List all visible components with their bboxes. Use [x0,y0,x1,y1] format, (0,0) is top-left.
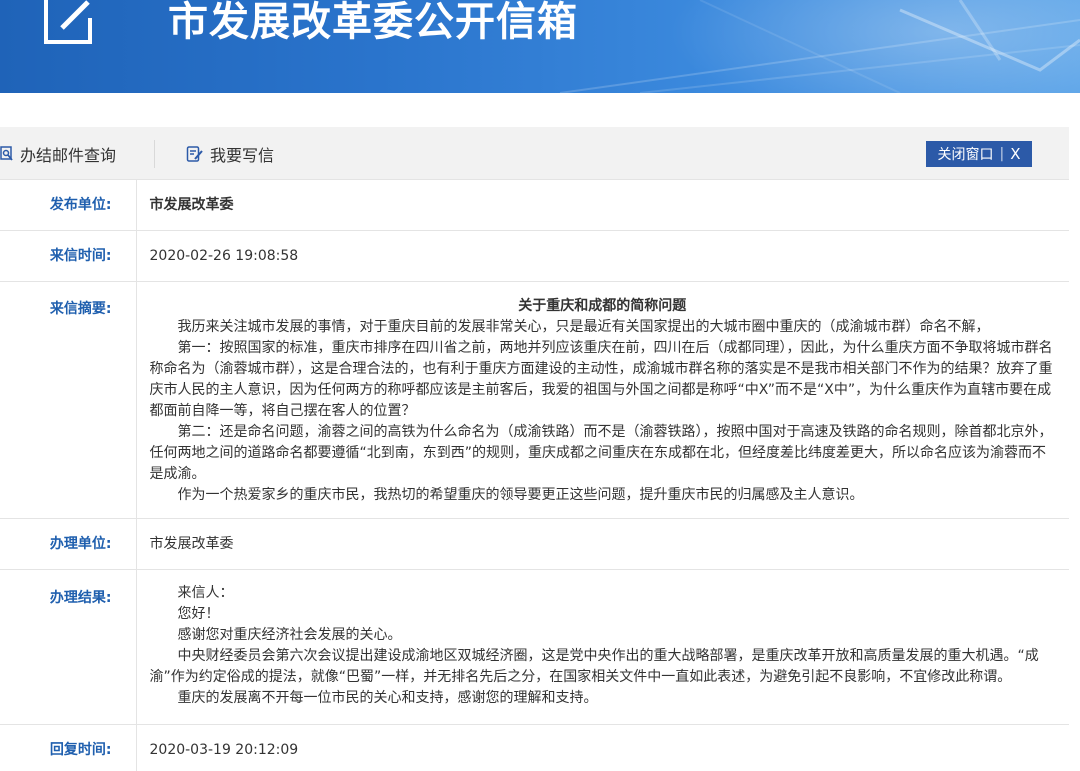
letter-time-row: 来信时间: 2020-02-26 19:08:58 [0,230,1069,282]
result-paragraph: 感谢您对重庆经济社会发展的关心。 [177,627,402,643]
handler-label: 办理单位: [0,518,137,570]
reply-time-value: 2020-03-19 20:12:09 [136,724,1069,771]
summary-paragraph: 第一：按照国家的标准，重庆市排序在四川省之前，两地并列应该重庆在前，四川在后（成… [149,340,1053,419]
result-row: 办理结果: 来信人： 您好！ 感谢您对重庆经济社会发展的关心。 中央财经委员会第… [0,569,1069,725]
summary-label: 来信摘要: [0,281,137,519]
letter-time-label: 来信时间: [0,230,137,282]
query-mail-button[interactable]: 办结邮件查询 [0,127,116,180]
search-icon [0,145,13,161]
letter-time-value: 2020-02-26 19:08:58 [136,230,1069,282]
page-title: 市发展改革委公开信箱 [168,0,578,45]
summary-paragraph: 我历来关注城市发展的事情，对于重庆目前的发展非常关心，只是最近有关国家提出的大城… [177,319,990,335]
summary-row: 来信摘要: 关于重庆和成都的简称问题 我历来关注城市发展的事情，对于重庆目前的发… [0,281,1069,519]
result-paragraph: 来信人： [177,585,234,601]
query-mail-label: 办结邮件查询 [20,145,117,165]
summary-title: 关于重庆和成都的简称问题 [518,298,687,314]
close-window-button[interactable]: 关闭窗口 | X [926,141,1032,167]
result-label: 办理结果: [0,569,137,725]
summary-paragraph: 第二：还是命名问题，渝蓉之间的高铁为什么命名为（成渝铁路）而不是（渝蓉铁路），按… [149,424,1053,482]
result-paragraph: 您好！ [177,606,220,622]
close-separator: | [999,146,1005,162]
result-content: 来信人： 您好！ 感谢您对重庆经济社会发展的关心。 中央财经委员会第六次会议提出… [136,569,1069,725]
close-icon: X [1010,145,1021,163]
close-window-label: 关闭窗口 [937,147,994,163]
publisher-value: 市发展改革委 [136,180,1069,231]
handler-row: 办理单位: 市发展改革委 [0,518,1069,570]
toolbar-divider [154,140,155,168]
mailbox-logo-icon [44,0,92,44]
edit-icon [186,145,203,162]
handler-value: 市发展改革委 [136,518,1069,570]
publisher-label: 发布单位: [0,180,137,231]
publisher-row: 发布单位: 市发展改革委 [0,180,1069,231]
reply-time-label: 回复时间: [0,724,137,771]
summary-content: 关于重庆和成都的简称问题 我历来关注城市发展的事情，对于重庆目前的发展非常关心，… [136,281,1069,519]
header-banner: 市发展改革委公开信箱 [0,0,1080,93]
letter-detail-table: 发布单位: 市发展改革委 来信时间: 2020-02-26 19:08:58 来… [0,180,1069,771]
write-letter-button[interactable]: 我要写信 [186,127,274,180]
toolbar: 办结邮件查询 我要写信 关闭窗口 | X [0,127,1069,180]
result-paragraph: 重庆的发展离不开每一位市民的关心和支持，感谢您的理解和支持。 [177,690,598,706]
reply-time-row: 回复时间: 2020-03-19 20:12:09 [0,724,1069,771]
summary-paragraph: 作为一个热爱家乡的重庆市民，我热切的希望重庆的领导要更正这些问题，提升重庆市民的… [177,487,864,503]
write-letter-label: 我要写信 [210,145,275,165]
result-paragraph: 中央财经委员会第六次会议提出建设成渝地区双城经济圈，这是党中央作出的重大战略部署… [149,648,1039,685]
